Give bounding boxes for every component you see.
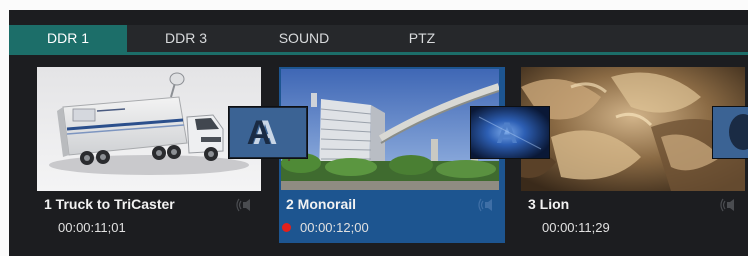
- transition-3-button[interactable]: [712, 106, 748, 159]
- clip-thumbnail-monorail: [281, 69, 499, 190]
- tab-ddr1[interactable]: DDR 1: [9, 25, 127, 52]
- clip-title: 2 Monorail: [286, 196, 357, 212]
- ab-wipe-icon: A A: [229, 107, 307, 158]
- svg-text:A: A: [247, 114, 272, 152]
- media-panel: DDR 1 DDR 3 SOUND PTZ 1 Truck to TriCast…: [9, 10, 748, 256]
- clip-info: 2 Monorail 00:00:12;00: [279, 191, 505, 243]
- tab-ptz[interactable]: PTZ: [363, 25, 481, 52]
- svg-text:A: A: [496, 117, 518, 150]
- audio-speaker-icon[interactable]: [477, 197, 497, 213]
- audio-speaker-icon[interactable]: [235, 197, 255, 213]
- blue-flare-icon: A: [471, 107, 549, 158]
- tab-ddr3[interactable]: DDR 3: [127, 25, 245, 52]
- tab-bar: DDR 1 DDR 3 SOUND PTZ: [9, 25, 748, 55]
- clip-title: 1 Truck to TriCaster: [44, 196, 175, 212]
- playing-indicator: [282, 223, 291, 232]
- clip-duration: 00:00:12;00: [300, 220, 369, 235]
- tab-sound[interactable]: SOUND: [245, 25, 363, 52]
- audio-speaker-icon[interactable]: [719, 197, 739, 213]
- transition-2-button[interactable]: A: [470, 106, 550, 159]
- transition-1-button[interactable]: A A: [228, 106, 308, 159]
- clip-title: 3 Lion: [528, 196, 570, 212]
- partial-transition-icon: [713, 107, 748, 158]
- clip-duration: 00:00:11;29: [542, 220, 610, 235]
- clip-info: 1 Truck to TriCaster 00:00:11;01: [37, 191, 263, 243]
- clip-duration: 00:00:11;01: [58, 220, 126, 235]
- clip-info: 3 Lion 00:00:11;29: [521, 191, 747, 243]
